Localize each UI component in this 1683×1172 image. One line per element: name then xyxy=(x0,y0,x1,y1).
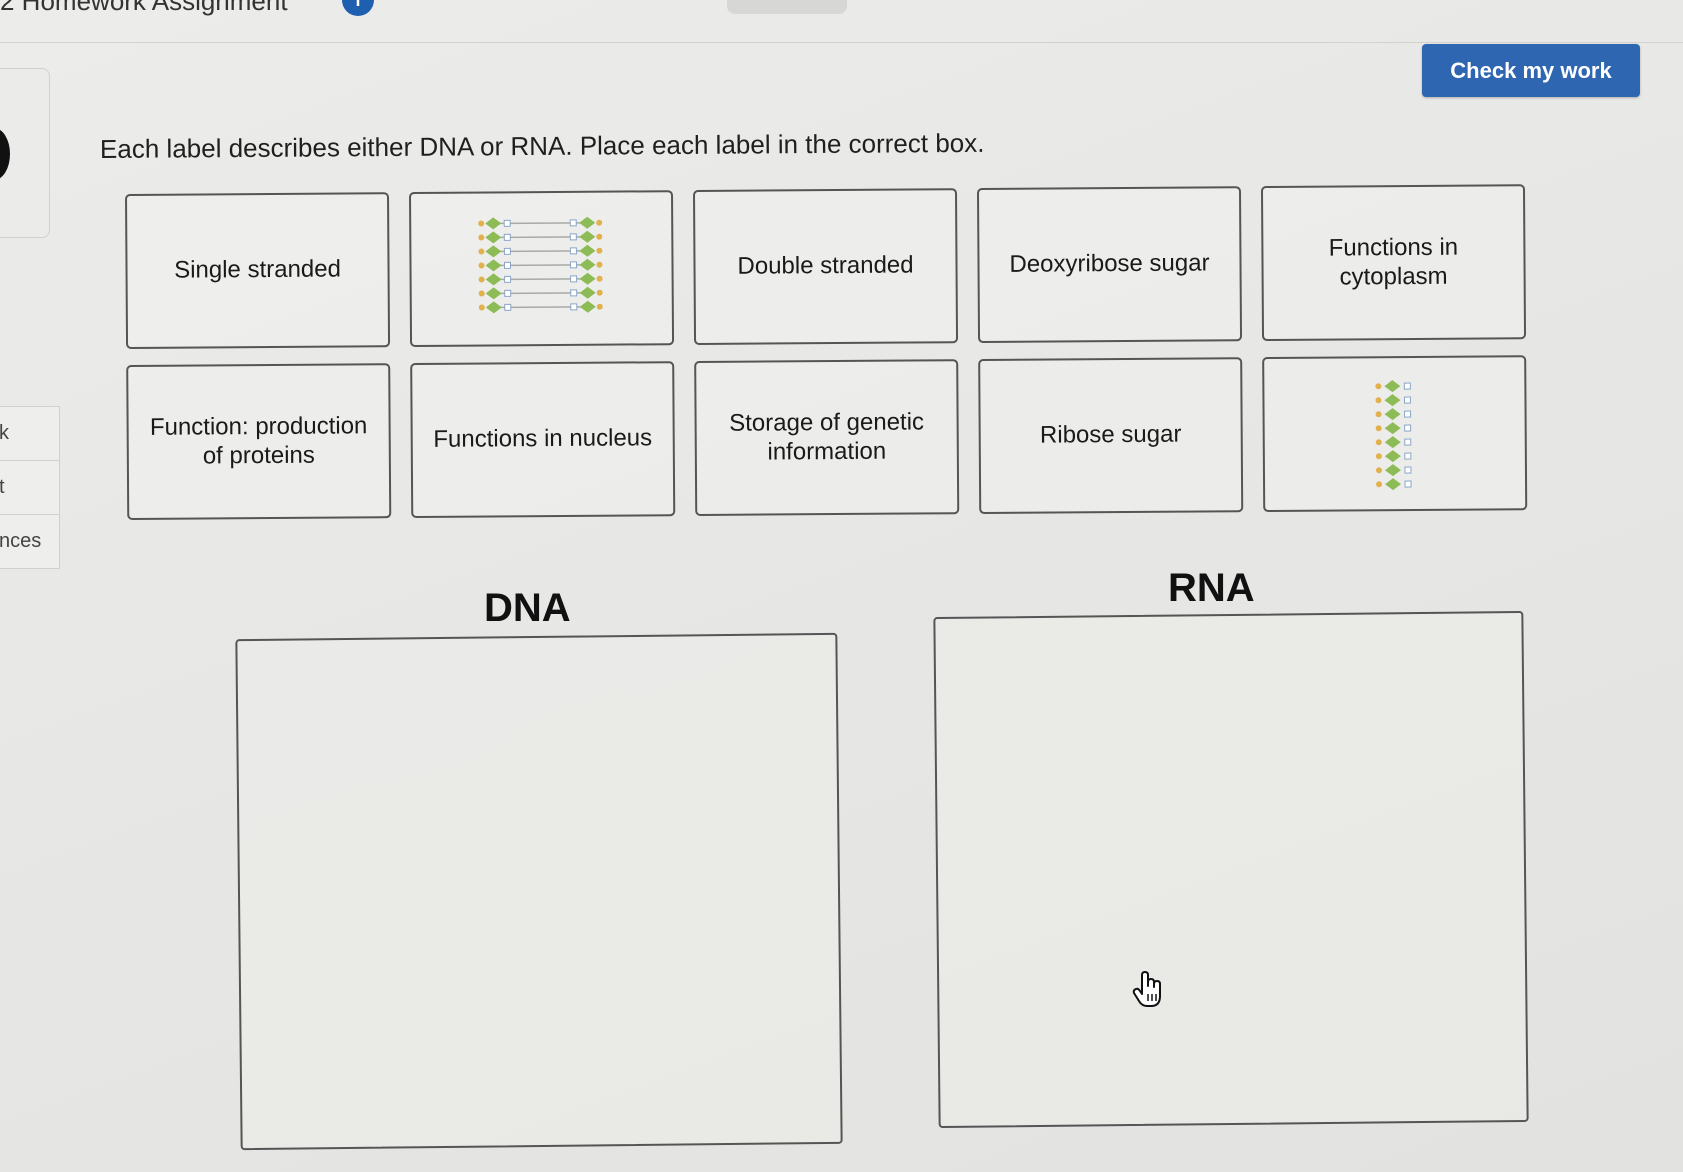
label-text: Ribose sugar xyxy=(1039,420,1182,449)
dna-drop-zone[interactable] xyxy=(235,632,843,1151)
left-nav-item-2[interactable]: t xyxy=(0,461,59,515)
label-text: Deoxyribose sugar xyxy=(1009,249,1210,278)
rna-heading: RNA xyxy=(1168,566,1255,610)
assignment-title: 2 Homework Assignment xyxy=(0,0,288,16)
label-bank: Single stranded Double stranded Deoxyrib… xyxy=(125,184,1528,520)
left-nav-item-1[interactable]: k xyxy=(0,407,59,461)
label-deoxyribose-sugar[interactable]: Deoxyribose sugar xyxy=(976,186,1243,344)
question-instructions: Each label describes either DNA or RNA. … xyxy=(99,127,985,164)
label-ribose-sugar[interactable]: Ribose sugar xyxy=(978,357,1244,515)
label-single-strand-image[interactable] xyxy=(1262,355,1528,513)
label-text-group: Functions in cytoplasm xyxy=(1329,233,1459,291)
header-tab[interactable] xyxy=(727,0,847,14)
check-my-work-button[interactable]: Check my work xyxy=(1422,44,1640,97)
label-text-line-2: of proteins xyxy=(202,441,315,469)
double-helix-icon xyxy=(478,216,603,313)
label-function-production-of-proteins[interactable]: Function: production of proteins xyxy=(126,363,392,520)
label-text-line-1: Functions in xyxy=(1328,233,1459,262)
label-storage-of-genetic-information[interactable]: Storage of genetic information xyxy=(694,359,960,517)
label-functions-in-nucleus[interactable]: Functions in nucleus xyxy=(410,361,676,519)
single-strand-icon xyxy=(1375,379,1412,490)
label-text-line-1: Function: production xyxy=(149,412,368,441)
rna-drop-zone[interactable] xyxy=(933,610,1529,1129)
dna-heading: DNA xyxy=(484,586,571,630)
label-text-line-2: cytoplasm xyxy=(1339,262,1448,291)
label-text-group: Function: production of proteins xyxy=(150,412,368,471)
label-text: Single stranded xyxy=(174,255,342,284)
label-single-stranded[interactable]: Single stranded xyxy=(125,192,391,349)
label-text: Functions in nucleus xyxy=(433,424,653,453)
label-text-line-1: Storage of genetic xyxy=(729,408,925,437)
left-nav-item-3[interactable]: nces xyxy=(0,515,59,568)
info-icon[interactable]: i xyxy=(342,0,374,16)
header-divider xyxy=(0,42,1683,43)
label-text: Double stranded xyxy=(737,251,914,280)
left-nav: k t nces xyxy=(0,406,60,569)
label-double-stranded[interactable]: Double stranded xyxy=(692,188,959,346)
label-text-group: Storage of genetic information xyxy=(729,408,924,467)
label-double-helix-image[interactable] xyxy=(408,190,675,348)
hand-cursor-icon xyxy=(1132,971,1161,1007)
label-text-line-2: information xyxy=(767,437,887,466)
label-functions-in-cytoplasm[interactable]: Functions in cytoplasm xyxy=(1260,184,1527,342)
